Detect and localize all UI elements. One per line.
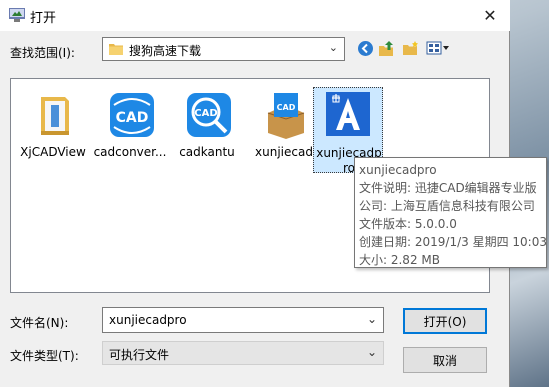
file-name: cadkantu <box>179 145 235 159</box>
file-name-label: 文件名(N): <box>10 316 69 330</box>
cad-pro-icon <box>326 92 370 136</box>
svg-text:CAD: CAD <box>194 108 217 119</box>
open-button[interactable]: 打开(O) <box>403 308 487 334</box>
open-button-label: 打开(O) <box>423 314 467 329</box>
tooltip-description: 文件说明: 迅捷CAD编辑器专业版 <box>359 181 537 195</box>
new-folder-button[interactable] <box>401 38 421 58</box>
file-item-xjcadview[interactable]: XjCADView <box>11 85 95 179</box>
folder-file-icon <box>41 97 69 135</box>
up-folder-button[interactable] <box>377 38 397 58</box>
svg-text:CAD: CAD <box>277 103 296 112</box>
file-name: cadconver... <box>93 145 167 159</box>
folder-icon <box>109 44 123 55</box>
file-type-dropdown[interactable]: 可执行文件 ⌄ <box>102 341 384 365</box>
file-name: XjCADView <box>20 145 86 159</box>
file-name-value: xunjiecadpro <box>109 313 187 327</box>
file-type-value: 可执行文件 <box>109 348 170 362</box>
close-button[interactable]: ✕ <box>470 0 510 31</box>
up-folder-icon <box>379 40 393 56</box>
file-type-label: 文件类型(T): <box>10 349 79 363</box>
file-item-cadkantu[interactable]: CAD cadkantu <box>165 85 249 179</box>
tooltip-size: 大小: 2.82 MB <box>359 253 440 267</box>
chevron-down-icon: ⌄ <box>328 41 338 54</box>
cancel-button-label: 取消 <box>432 353 457 368</box>
tooltip-company: 公司: 上海互盾信息科技有限公司 <box>359 199 535 213</box>
chevron-down-icon: ⌄ <box>366 345 377 359</box>
close-icon: ✕ <box>483 6 497 25</box>
view-menu-button[interactable] <box>425 38 451 58</box>
tooltip-version: 文件版本: 5.0.0.0 <box>359 217 457 231</box>
look-in-value: 搜狗高速下载 <box>129 44 202 58</box>
file-name-input[interactable]: xunjiecadpro ⌄ <box>102 307 384 333</box>
tooltip-created: 创建日期: 2019/1/3 星期四 10:03 <box>359 235 547 249</box>
cad-magnifier-icon: CAD <box>187 93 231 137</box>
cancel-button[interactable]: 取消 <box>403 347 487 373</box>
window-title: 打开 <box>30 11 57 26</box>
tooltip-name: xunjiecadpro <box>359 163 437 177</box>
back-icon <box>357 40 373 56</box>
view-menu-icon <box>426 41 449 55</box>
back-button[interactable] <box>355 38 375 58</box>
file-item-cadconverter[interactable]: CAD cadconver... <box>88 85 172 179</box>
open-file-dialog: 打开 ✕ 查找范围(I): 搜狗高速下载 ⌄ XjCADView CAD cad… <box>0 0 547 387</box>
svg-text:CAD: CAD <box>116 110 149 126</box>
chevron-down-icon: ⌄ <box>366 312 377 326</box>
look-in-dropdown[interactable]: 搜狗高速下载 ⌄ <box>102 37 345 61</box>
cad-box-icon: CAD <box>267 93 305 139</box>
new-folder-icon <box>403 40 418 55</box>
app-window-icon <box>9 8 25 22</box>
title-bar: 打开 ✕ <box>0 0 510 31</box>
cad-converter-icon: CAD <box>110 93 154 137</box>
file-info-tooltip: xunjiecadpro 文件说明: 迅捷CAD编辑器专业版 公司: 上海互盾信… <box>354 157 547 268</box>
look-in-label: 查找范围(I): <box>10 46 75 60</box>
